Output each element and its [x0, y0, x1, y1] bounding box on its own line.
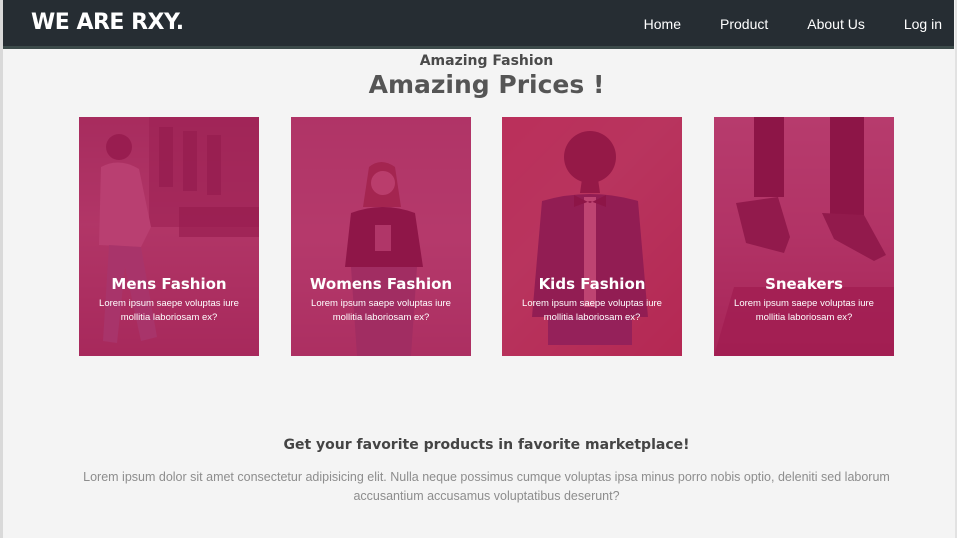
nav-link-about-us[interactable]: About Us [807, 16, 865, 32]
category-card-womens[interactable]: Womens Fashion Lorem ipsum saepe volupta… [291, 117, 471, 356]
card-description: Lorem ipsum saepe voluptas iure mollitia… [99, 298, 239, 323]
hero-title: Amazing Prices ! [368, 70, 605, 99]
nav-link-product[interactable]: Product [720, 16, 768, 32]
section-text: Lorem ipsum dolor sit amet consectetur a… [83, 470, 890, 503]
card-description: Lorem ipsum saepe voluptas iure mollitia… [734, 298, 874, 323]
section-title: Get your favorite products in favorite m… [283, 437, 690, 453]
navbar: WE ARE RXY. Home Product About Us Log in [3, 0, 954, 49]
card-description: Lorem ipsum saepe voluptas iure mollitia… [311, 298, 451, 323]
category-card-sneakers[interactable]: Sneakers Lorem ipsum saepe voluptas iure… [714, 117, 894, 356]
category-card-mens[interactable]: Mens Fashion Lorem ipsum saepe voluptas … [79, 117, 259, 356]
card-title: Kids Fashion [538, 275, 646, 293]
category-card-kids[interactable]: Kids Fashion Lorem ipsum saepe voluptas … [502, 117, 682, 356]
card-title: Sneakers [765, 275, 843, 293]
card-description: Lorem ipsum saepe voluptas iure mollitia… [522, 298, 662, 323]
nav-link-home[interactable]: Home [644, 16, 681, 32]
card-title: Womens Fashion [309, 275, 453, 293]
nav-link-log-in[interactable]: Log in [904, 16, 942, 32]
brand-logo[interactable]: WE ARE RXY. [31, 10, 184, 35]
nav-links: Home Product About Us Log in [605, 16, 942, 32]
hero-subtitle: Amazing Fashion [419, 53, 554, 69]
card-title: Mens Fashion [111, 275, 227, 293]
